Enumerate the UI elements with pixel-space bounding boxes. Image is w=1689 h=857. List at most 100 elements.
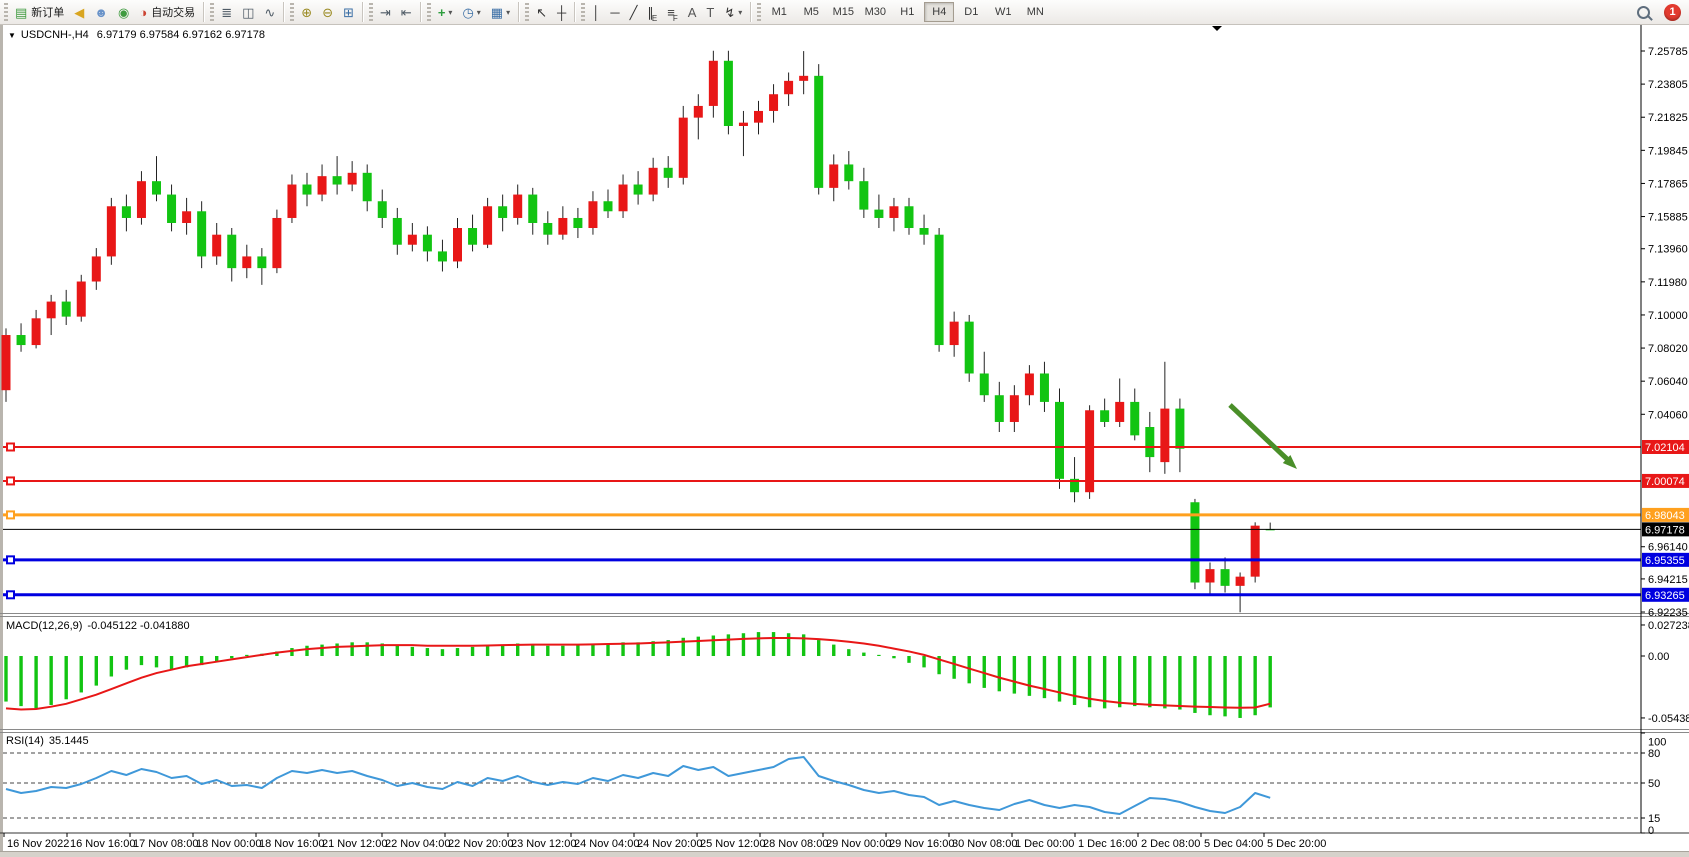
time-label: 22 Nov 20:00 [448,838,513,850]
candle [573,218,582,228]
timeframe-button-m30[interactable]: M30 [860,2,890,22]
hline-anchor[interactable] [7,443,14,450]
crosshair-button[interactable]: ┼ [552,0,571,24]
toolbar-drag-handle [290,3,294,21]
price-label: 6.97178 [1645,524,1685,536]
candle [664,168,673,178]
candle [649,168,658,195]
candle [950,322,959,345]
timeframe-button-m15[interactable]: M15 [828,2,858,22]
auto-scroll-button[interactable]: ⇤ [396,0,417,24]
axis-label: 7.11980 [1648,277,1687,289]
candle [242,256,251,268]
cursor-icon: ↖ [536,6,547,19]
axis-label: 100 [1648,737,1666,749]
candlestick-chart-button[interactable]: ◫ [237,0,259,24]
candle [107,206,116,256]
text-button[interactable]: A [683,0,702,24]
time-label: 5 Dec 20:00 [1267,838,1326,850]
trendline-button[interactable]: ╱ [625,0,643,24]
price-label: 6.93265 [1645,590,1685,602]
hline-anchor[interactable] [7,477,14,484]
zoom-in-button[interactable]: ⊕ [296,0,317,24]
candle [920,228,929,235]
sound-alert-icon: ◀ [74,6,84,19]
crosshair-icon: ┼ [557,6,566,19]
timeframe-button-h1[interactable]: H1 [892,2,922,22]
community-button[interactable]: ☻ [89,0,113,24]
candle [1040,373,1049,401]
notification-badge[interactable]: 1 [1664,4,1681,21]
signals-button[interactable]: ◉ [113,0,134,24]
equidistant-channel-button[interactable]: ∥E [642,0,662,24]
chart-symbol-title[interactable]: ▼ USDCNH-,H4 6.97179 6.97584 6.97162 6.9… [8,29,265,41]
templates-icon: ▦ [491,6,503,19]
candle [438,251,447,261]
candle [859,181,868,209]
candle [318,176,327,194]
candle [965,322,974,374]
time-label: 17 Nov 08:00 [133,838,198,850]
arrows-button[interactable]: ↯▾ [719,0,747,24]
toolbar-separator [283,2,285,22]
zoom-out-button[interactable]: ⊖ [317,0,338,24]
chevron-down-icon: ▾ [738,8,742,17]
autotrading-button-label: 自动交易 [151,4,195,20]
candle [995,395,1004,422]
axis-label: 7.06040 [1648,376,1688,388]
axis-label: 6.96140 [1648,542,1688,554]
time-label: 30 Nov 08:00 [952,838,1017,850]
candle [829,164,838,187]
candle [257,256,266,268]
hline-anchor[interactable] [7,511,14,518]
price-chart[interactable]: 7.257857.238057.218257.198457.178657.158… [0,25,1689,857]
timeframe-button-w1[interactable]: W1 [988,2,1018,22]
rsi-name: RSI(14) [6,735,44,747]
fibonacci-button[interactable]: ≡F [662,0,682,24]
macd-indicator-label: MACD(12,26,9)-0.045122 -0.041880 [6,620,190,632]
axis-label: 7.04060 [1648,409,1688,421]
add-indicators-button[interactable]: +▾ [433,0,458,24]
timeframe-button-m5[interactable]: M5 [796,2,826,22]
toolbar-separator [518,2,520,22]
timeframe-button-m1[interactable]: M1 [764,2,794,22]
vertical-line-button[interactable]: │ [587,0,605,24]
timeframe-button-mn[interactable]: MN [1020,2,1050,22]
candle [348,173,357,185]
timeframe-button-d1[interactable]: D1 [956,2,986,22]
bar-chart-button[interactable]: ≣ [216,0,237,24]
window-bottom-strip [0,851,1689,857]
chart-dropdown-icon[interactable]: ▼ [8,31,16,40]
candle [1206,569,1215,582]
candle [468,228,477,245]
horizontal-line-button[interactable]: ─ [605,0,624,24]
horizontal-line-icon: ─ [610,6,619,19]
line-chart-button[interactable]: ∿ [259,0,280,24]
text-label-button[interactable]: T [701,0,719,24]
candle [1221,569,1230,586]
search-icon[interactable] [1637,6,1650,19]
cursor-button[interactable]: ↖ [531,0,552,24]
signals-icon: ◉ [118,6,129,19]
price-label: 6.95355 [1645,555,1685,567]
candle [558,218,567,235]
new-order-button[interactable]: ▤新订单 [10,0,69,24]
axis-label: 6.94215 [1648,574,1688,586]
tile-windows-button[interactable]: ⊞ [338,0,359,24]
hline-anchor[interactable] [7,591,14,598]
hline-anchor[interactable] [7,556,14,563]
bar-chart-icon: ≣ [221,6,232,19]
sound-alert-button[interactable]: ◀ [69,0,89,24]
candle [333,176,342,184]
templates-button[interactable]: ▦▾ [486,0,515,24]
chevron-down-icon: ▾ [448,8,452,17]
autotrading-button[interactable]: ◑自动交易 [134,0,200,24]
axis-label: 0.027238 [1648,620,1689,632]
periods-button[interactable]: ◷▾ [457,0,485,24]
candle [1175,409,1184,449]
timeframe-button-h4[interactable]: H4 [924,2,954,22]
chart-shift-button[interactable]: ⇥ [375,0,396,24]
candle [197,211,206,256]
window-left-border [0,25,3,853]
toolbar-drag-handle [757,3,761,21]
